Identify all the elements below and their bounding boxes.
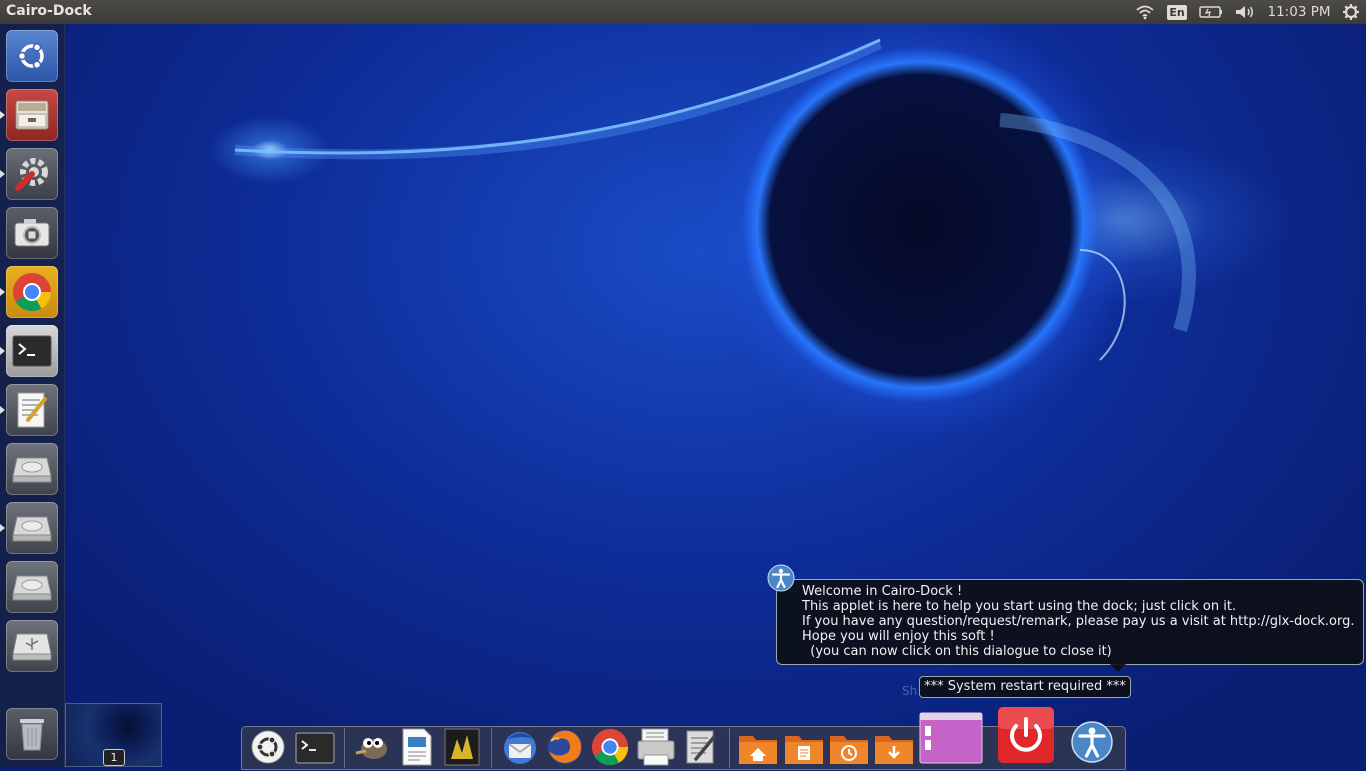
dialog-line: (you can now click on this dialogue to c…: [802, 644, 1112, 659]
accessibility-help-icon[interactable]: [1070, 720, 1114, 768]
dock-separator: [491, 728, 492, 768]
keyboard-layout-indicator[interactable]: En: [1167, 0, 1187, 24]
dialog-line: Hope you will enjoy this soft !: [802, 629, 995, 644]
wifi-icon[interactable]: [1134, 0, 1156, 24]
thunderbird-icon[interactable]: [500, 727, 540, 771]
camera-icon[interactable]: [6, 207, 58, 259]
file-cabinet-icon[interactable]: [6, 89, 58, 141]
gimp-icon[interactable]: [352, 729, 392, 769]
home-folder-icon[interactable]: [737, 730, 779, 770]
chrome-icon[interactable]: [590, 727, 630, 771]
ubuntu-dash-icon[interactable]: [6, 30, 58, 82]
terminal-icon[interactable]: [6, 325, 58, 377]
running-indicator: [0, 170, 5, 178]
dock-separator: [344, 728, 345, 768]
dialog-pointer: [1108, 662, 1128, 672]
clock[interactable]: 11:03 PM: [1262, 0, 1336, 24]
running-indicator: [0, 111, 5, 119]
document-viewer-icon[interactable]: [400, 727, 434, 771]
terminal-icon[interactable]: [295, 731, 335, 769]
workspace-thumbnail[interactable]: 1: [65, 703, 162, 767]
dialog-line: This applet is here to help you start us…: [802, 599, 1237, 614]
hard-drive-icon[interactable]: [6, 443, 58, 495]
chrome-icon[interactable]: [6, 266, 58, 318]
running-indicator: [0, 524, 5, 532]
power-icon[interactable]: [997, 706, 1055, 768]
dialog-line: If you have any question/request/remark,…: [802, 614, 1355, 629]
top-panel: Cairo-Dock En 11:03 PM: [0, 0, 1366, 24]
accessibility-help-icon: [767, 564, 795, 592]
workspace-number: 1: [103, 749, 125, 766]
recent-folder-icon[interactable]: [828, 730, 870, 770]
app-title: Cairo-Dock: [6, 3, 92, 19]
image-viewer-icon[interactable]: [443, 727, 481, 771]
welcome-dialog[interactable]: Welcome in Cairo-Dock ! This applet is h…: [776, 579, 1364, 665]
volume-icon[interactable]: [1233, 0, 1257, 24]
text-editor-icon[interactable]: [684, 729, 718, 769]
running-indicator: [0, 347, 5, 355]
restart-required-notice[interactable]: *** System restart required ***: [919, 676, 1131, 698]
battery-icon[interactable]: [1198, 0, 1224, 24]
running-indicator: [0, 406, 5, 414]
scanner-icon[interactable]: [636, 727, 676, 771]
text-editor-icon[interactable]: [6, 384, 58, 436]
running-indicator: [0, 288, 5, 296]
dock-separator: [729, 728, 730, 768]
hard-drive-icon[interactable]: [6, 561, 58, 613]
session-gear-icon[interactable]: [1340, 0, 1362, 24]
ubuntu-icon[interactable]: [250, 729, 286, 769]
trash-icon[interactable]: [6, 708, 58, 760]
keyboard-layout-label: En: [1167, 4, 1187, 20]
hard-drive-icon[interactable]: [6, 502, 58, 554]
documents-folder-icon[interactable]: [783, 730, 825, 770]
dialog-line: Welcome in Cairo-Dock !: [802, 584, 963, 599]
downloads-folder-icon[interactable]: [873, 730, 915, 770]
firefox-icon[interactable]: [545, 727, 585, 771]
usb-drive-icon[interactable]: [6, 620, 58, 672]
system-settings-icon[interactable]: [6, 148, 58, 200]
workspace-switcher-icon[interactable]: [919, 712, 983, 768]
